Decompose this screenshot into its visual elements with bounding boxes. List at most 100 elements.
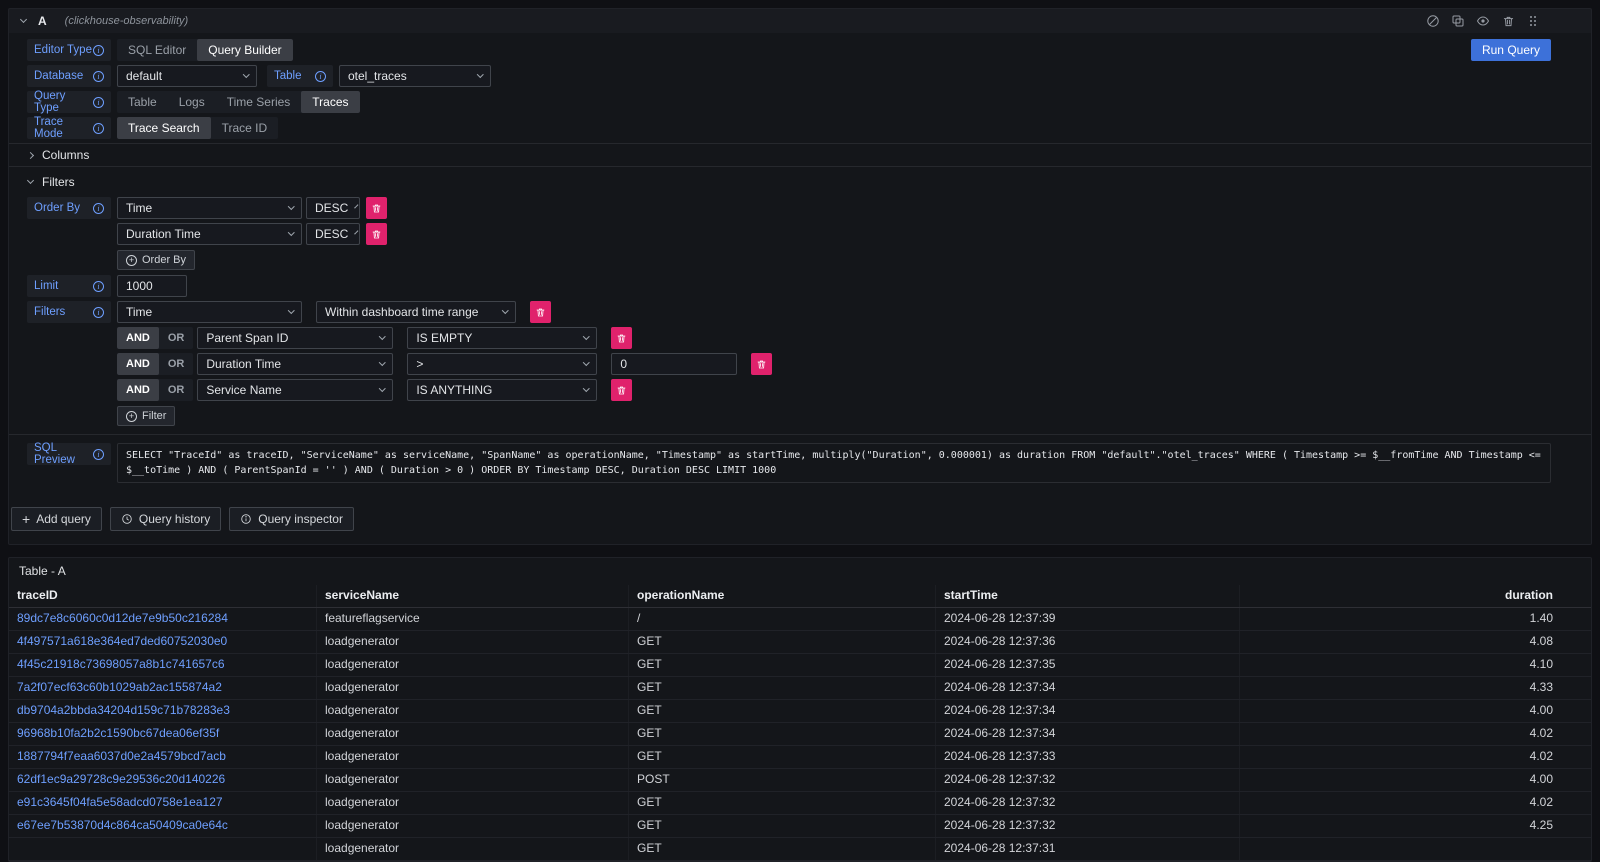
filter-operator-value: >	[416, 357, 423, 371]
option-table[interactable]: Table	[117, 91, 168, 113]
trace-id-link[interactable]: db9704a2bbda34204d159c71b78283e3	[17, 703, 230, 717]
trace-id-link[interactable]: 62df1ec9a29728c9e29536c20d140226	[17, 772, 225, 786]
disable-icon[interactable]	[1425, 13, 1441, 29]
trace-id-link[interactable]: 1887794f7eaa6037d0e2a4579bcd7acb	[17, 749, 226, 763]
plus-icon: +	[22, 512, 30, 526]
eye-icon[interactable]	[1475, 13, 1491, 29]
filter-field-select[interactable]: Duration Time	[197, 353, 393, 375]
cell-operationName: GET	[629, 654, 936, 676]
remove-order-by-button[interactable]	[366, 223, 387, 245]
trace-id-link[interactable]: 4f45c21918c73698057a8b1c741657c6	[17, 657, 225, 671]
option-trace-id[interactable]: Trace ID	[211, 117, 279, 139]
add-filter-button[interactable]: + Filter	[117, 406, 175, 426]
option-and[interactable]: AND	[117, 379, 159, 401]
trace-id-link[interactable]: 89dc7e8c6060c0d12de7e9b50c216284	[17, 611, 228, 625]
collapse-query-chevron-icon[interactable]	[20, 16, 27, 23]
info-icon: i	[93, 281, 104, 292]
option-trace-search[interactable]: Trace Search	[117, 117, 211, 139]
chevron-down-icon	[477, 71, 483, 77]
table-value: otel_traces	[348, 69, 407, 83]
order-by-field-select[interactable]: Time	[117, 197, 302, 219]
trace-id-link[interactable]: e91c3645f04fa5e58adcd0758e1ea127	[17, 795, 223, 809]
columns-section-toggle[interactable]: Columns	[9, 143, 1591, 167]
order-by-direction-select[interactable]: DESC	[306, 223, 360, 245]
cell-operationName: GET	[629, 723, 936, 745]
column-header-operationname[interactable]: operationName	[629, 585, 936, 607]
cell-serviceName: loadgenerator	[317, 746, 629, 768]
option-or[interactable]: OR	[159, 327, 194, 349]
cell-traceID: 96968b10fa2b2c1590bc67dea06ef35f	[9, 723, 317, 745]
filter-field-select[interactable]: Service Name	[197, 379, 393, 401]
trace-mode-label-text: Trace Mode	[34, 116, 93, 140]
filters-section-toggle[interactable]: Filters	[9, 170, 1591, 194]
run-query-button[interactable]: Run Query	[1471, 39, 1551, 61]
column-header-duration[interactable]: duration	[1240, 585, 1591, 607]
trace-id-link[interactable]: 7a2f07ecf63c60b1029ab2ac155874a2	[17, 680, 222, 694]
cell-operationName: GET	[629, 631, 936, 653]
column-header-servicename[interactable]: serviceName	[317, 585, 629, 607]
option-logs[interactable]: Logs	[168, 91, 216, 113]
option-traces[interactable]: Traces	[301, 91, 359, 113]
option-and[interactable]: AND	[117, 327, 159, 349]
cell-operationName: GET	[629, 815, 936, 837]
cell-startTime: 2024-06-28 12:37:31	[936, 838, 1240, 860]
chevron-down-icon	[288, 229, 294, 235]
cell-duration	[1240, 838, 1591, 860]
add-order-by-button[interactable]: + Order By	[117, 250, 195, 270]
trace-id-link[interactable]: 96968b10fa2b2c1590bc67dea06ef35f	[17, 726, 219, 740]
chevron-down-icon	[583, 385, 589, 391]
duplicate-icon[interactable]	[1450, 13, 1466, 29]
filter-field-select[interactable]: Time	[117, 301, 302, 323]
order-by-direction-select[interactable]: DESC	[306, 197, 360, 219]
cell-startTime: 2024-06-28 12:37:32	[936, 792, 1240, 814]
add-query-button[interactable]: + Add query	[11, 507, 102, 531]
add-order-by-label: Order By	[142, 254, 186, 266]
filter-value-input[interactable]	[611, 353, 737, 375]
sql-preview-text: SELECT "TraceId" as traceID, "ServiceNam…	[117, 443, 1551, 483]
column-header-traceid[interactable]: traceID	[9, 585, 317, 607]
remove-filter-button[interactable]	[530, 301, 551, 323]
order-by-field-select[interactable]: Duration Time	[117, 223, 302, 245]
option-and[interactable]: AND	[117, 353, 159, 375]
filters-time-row: Filters i Time Within dashboard time ran…	[27, 301, 1551, 323]
remove-filter-button[interactable]	[611, 327, 632, 349]
drag-handle-icon[interactable]	[1525, 13, 1541, 29]
query-history-button[interactable]: Query history	[110, 507, 221, 531]
sql-preview-label: SQL Preview i	[27, 443, 111, 465]
column-header-starttime[interactable]: startTime	[936, 585, 1240, 607]
plus-circle-icon: +	[126, 255, 137, 266]
filter-operator-select[interactable]: IS ANYTHING	[407, 379, 597, 401]
limit-label: Limit i	[27, 275, 111, 297]
chevron-down-icon	[502, 307, 508, 313]
option-sql-editor[interactable]: SQL Editor	[117, 39, 197, 61]
filter-operator-select[interactable]: Within dashboard time range	[316, 301, 516, 323]
remove-filter-button[interactable]	[611, 379, 632, 401]
option-query-builder[interactable]: Query Builder	[197, 39, 292, 61]
limit-input[interactable]	[117, 275, 187, 297]
remove-filter-button[interactable]	[751, 353, 772, 375]
filter-field-select[interactable]: Parent Span ID	[197, 327, 393, 349]
table-panel: Table - A traceID serviceName operationN…	[8, 557, 1592, 862]
query-inspector-label: Query inspector	[258, 512, 343, 526]
clock-icon	[121, 513, 133, 525]
trace-id-link[interactable]: e67ee7b53870d4c864ca50409ca0e64c	[17, 818, 228, 832]
option-time-series[interactable]: Time Series	[216, 91, 302, 113]
database-select[interactable]: default	[117, 65, 257, 87]
table-row: 89dc7e8c6060c0d12de7e9b50c216284featuref…	[9, 608, 1591, 631]
option-or[interactable]: OR	[159, 379, 194, 401]
results-table: traceID serviceName operationName startT…	[9, 585, 1591, 861]
cell-serviceName: loadgenerator	[317, 677, 629, 699]
order-by-row-1: Order By i Time DESC	[27, 197, 1551, 219]
cell-duration: 4.02	[1240, 792, 1591, 814]
query-inspector-button[interactable]: Query inspector	[229, 507, 354, 531]
remove-order-by-button[interactable]	[366, 197, 387, 219]
filter-operator-select[interactable]: IS EMPTY	[407, 327, 597, 349]
editor-type-label-text: Editor Type	[34, 44, 92, 56]
filter-operator-select[interactable]: >	[407, 353, 597, 375]
cell-traceID: 4f45c21918c73698057a8b1c741657c6	[9, 654, 317, 676]
trash-icon[interactable]	[1500, 13, 1516, 29]
trace-id-link[interactable]: 4f497571a618e364ed7ded60752030e0	[17, 634, 227, 648]
table-select[interactable]: otel_traces	[339, 65, 491, 87]
cell-duration: 4.02	[1240, 723, 1591, 745]
option-or[interactable]: OR	[159, 353, 194, 375]
